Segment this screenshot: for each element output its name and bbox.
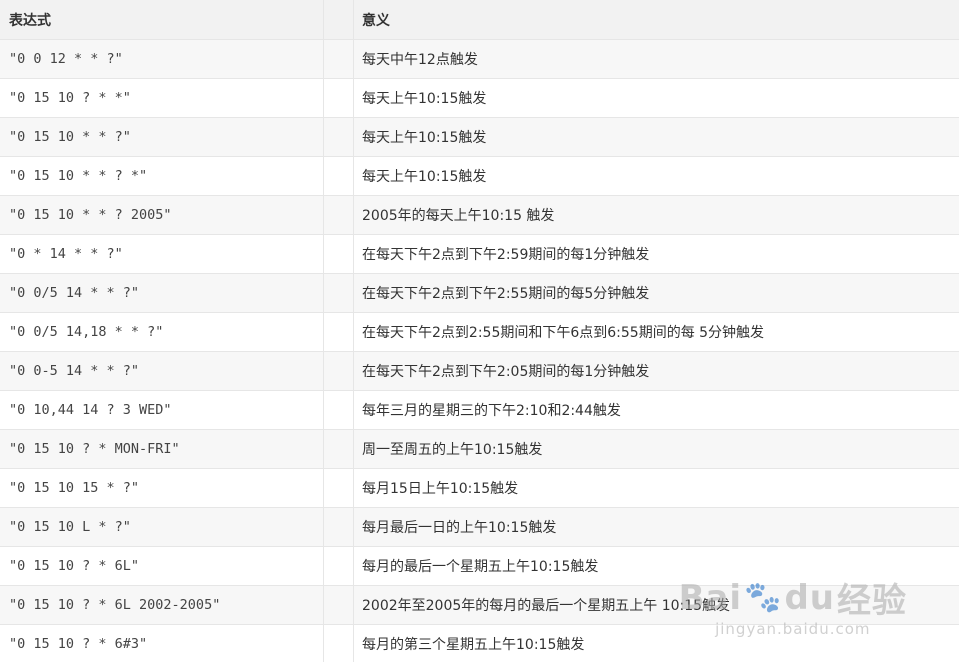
table-row: "0 15 10 * * ?" 每天上午10:15触发 bbox=[0, 118, 959, 157]
table-row: "0 15 10 ? * 6#3" 每月的第三个星期五上午10:15触发 bbox=[0, 625, 959, 662]
cell-meaning: 每月15日上午10:15触发 bbox=[362, 481, 519, 497]
cell-meaning: 在每天下午2点到下午2:05期间的每1分钟触发 bbox=[362, 364, 650, 380]
cell-expression: "0 10,44 14 ? 3 WED" bbox=[0, 391, 324, 429]
cell-spacer bbox=[324, 235, 354, 273]
header-meaning: 意义 bbox=[362, 12, 390, 29]
cell-expression: "0 * 14 * * ?" bbox=[0, 235, 324, 273]
cell-expression: "0 15 10 * * ? 2005" bbox=[0, 196, 324, 234]
cell-meaning: 每月的最后一个星期五上午10:15触发 bbox=[362, 559, 599, 575]
cell-spacer bbox=[324, 625, 354, 662]
cell-meaning: 每月最后一日的上午10:15触发 bbox=[362, 520, 557, 536]
cell-spacer bbox=[324, 118, 354, 156]
cell-spacer bbox=[324, 40, 354, 78]
cell-expression: "0 0/5 14,18 * * ?" bbox=[0, 313, 324, 351]
cell-expression: "0 0/5 14 * * ?" bbox=[0, 274, 324, 312]
table-body: "0 0 12 * * ?" 每天中午12点触发 "0 15 10 ? * *" 每天… bbox=[0, 40, 959, 662]
cell-spacer bbox=[324, 196, 354, 234]
cell-meaning: 2002年至2005年的每月的最后一个星期五上午 10:15触发 bbox=[362, 598, 731, 614]
cell-meaning: 在每天下午2点到下午2:55期间的每5分钟触发 bbox=[362, 286, 650, 302]
cell-spacer bbox=[324, 391, 354, 429]
cell-expression: "0 0 12 * * ?" bbox=[0, 40, 324, 78]
cell-expression: "0 15 10 ? * 6L 2002-2005" bbox=[0, 586, 324, 624]
table-row: "0 15 10 15 * ?" 每月15日上午10:15触发 bbox=[0, 469, 959, 508]
cell-expression: "0 15 10 L * ?" bbox=[0, 508, 324, 546]
cell-meaning: 每月的第三个星期五上午10:15触发 bbox=[362, 637, 585, 653]
table-row: "0 15 10 ? * 6L 2002-2005" 2002年至2005年的每月… bbox=[0, 586, 959, 625]
cell-expression: "0 15 10 ? * 6L" bbox=[0, 547, 324, 585]
table-row: "0 0/5 14 * * ?" 在每天下午2点到下午2:55期间的每5分钟触发 bbox=[0, 274, 959, 313]
table-row: "0 15 10 * * ? *" 每天上午10:15触发 bbox=[0, 157, 959, 196]
cell-spacer bbox=[324, 547, 354, 585]
cell-spacer bbox=[324, 157, 354, 195]
cell-spacer bbox=[324, 352, 354, 390]
table-row: "0 15 10 ? * 6L" 每月的最后一个星期五上午10:15触发 bbox=[0, 547, 959, 586]
cell-spacer bbox=[324, 469, 354, 507]
cell-meaning: 每天上午10:15触发 bbox=[362, 91, 487, 107]
table-row: "0 15 10 ? * MON-FRI" 周一至周五的上午10:15触发 bbox=[0, 430, 959, 469]
cell-spacer bbox=[324, 313, 354, 351]
cell-spacer bbox=[324, 79, 354, 117]
cell-spacer bbox=[324, 430, 354, 468]
cell-expression: "0 15 10 * * ?" bbox=[0, 118, 324, 156]
cell-meaning: 每天上午10:15触发 bbox=[362, 169, 487, 185]
cell-spacer bbox=[324, 274, 354, 312]
table-row: "0 15 10 ? * *" 每天上午10:15触发 bbox=[0, 79, 959, 118]
cell-meaning: 周一至周五的上午10:15触发 bbox=[362, 442, 543, 458]
cell-spacer bbox=[324, 586, 354, 624]
cell-meaning: 每天上午10:15触发 bbox=[362, 130, 487, 146]
cell-expression: "0 0-5 14 * * ?" bbox=[0, 352, 324, 390]
cell-meaning: 每年三月的星期三的下午2:10和2:44触发 bbox=[362, 403, 621, 419]
cell-expression: "0 15 10 ? * *" bbox=[0, 79, 324, 117]
cell-expression: "0 15 10 15 * ?" bbox=[0, 469, 324, 507]
cron-expression-table: 表达式 意义 "0 0 12 * * ?" 每天中午12点触发 "0 15 10 ?… bbox=[0, 0, 959, 662]
cell-expression: "0 15 10 ? * 6#3" bbox=[0, 625, 324, 662]
cell-meaning: 在每天下午2点到下午2:59期间的每1分钟触发 bbox=[362, 247, 650, 263]
table-row: "0 15 10 * * ? 2005" 2005年的每天上午10:15 触发 bbox=[0, 196, 959, 235]
table-row: "0 15 10 L * ?" 每月最后一日的上午10:15触发 bbox=[0, 508, 959, 547]
table-header-row: 表达式 意义 bbox=[0, 0, 959, 40]
table-row: "0 * 14 * * ?" 在每天下午2点到下午2:59期间的每1分钟触发 bbox=[0, 235, 959, 274]
table-row: "0 10,44 14 ? 3 WED" 每年三月的星期三的下午2:10和2:44… bbox=[0, 391, 959, 430]
header-expression: 表达式 bbox=[0, 0, 324, 39]
cell-meaning: 在每天下午2点到2:55期间和下午6点到6:55期间的每 5分钟触发 bbox=[362, 325, 765, 341]
cell-meaning: 2005年的每天上午10:15 触发 bbox=[362, 208, 555, 224]
cell-expression: "0 15 10 * * ? *" bbox=[0, 157, 324, 195]
cell-spacer bbox=[324, 508, 354, 546]
table-row: "0 0-5 14 * * ?" 在每天下午2点到下午2:05期间的每1分钟触发 bbox=[0, 352, 959, 391]
table-row: "0 0 12 * * ?" 每天中午12点触发 bbox=[0, 40, 959, 79]
cell-meaning: 每天中午12点触发 bbox=[362, 52, 478, 68]
cell-expression: "0 15 10 ? * MON-FRI" bbox=[0, 430, 324, 468]
table-row: "0 0/5 14,18 * * ?" 在每天下午2点到2:55期间和下午6点到6… bbox=[0, 313, 959, 352]
header-spacer bbox=[324, 0, 354, 39]
